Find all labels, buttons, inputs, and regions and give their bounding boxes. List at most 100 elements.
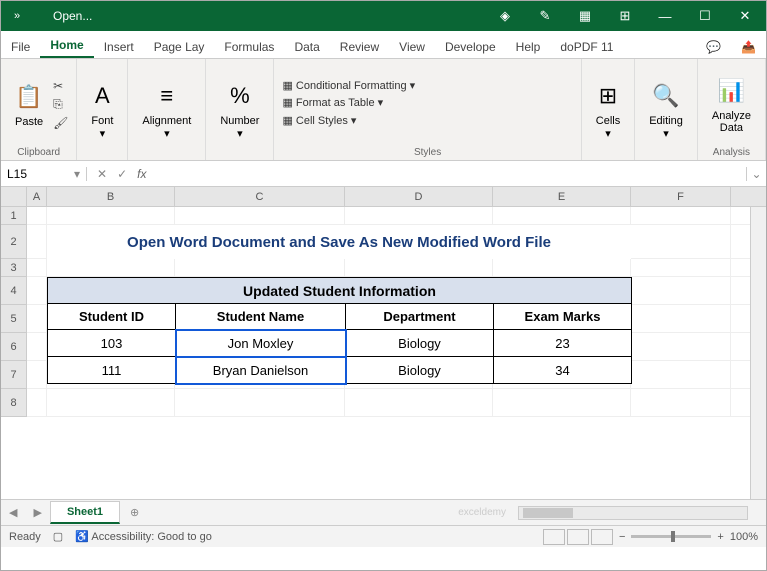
tab-home[interactable]: Home	[40, 32, 93, 58]
copy-icon[interactable]: ⎘	[53, 97, 68, 112]
diamond-icon[interactable]: ◈	[488, 4, 522, 28]
search-icon: 🔍	[652, 79, 679, 113]
cell-styles-button[interactable]: ▦ Cell Styles ▾	[282, 113, 415, 131]
row-header-5[interactable]: 5	[1, 305, 27, 333]
expand-formula-icon[interactable]: ⌄	[746, 167, 766, 181]
horizontal-scrollbar[interactable]	[518, 506, 748, 520]
add-sheet-button[interactable]: ⊕	[120, 506, 149, 519]
paste-button[interactable]: 📋 Paste	[9, 78, 49, 130]
percent-icon: %	[230, 79, 250, 113]
row-header-7[interactable]: 7	[1, 361, 27, 389]
normal-view-button[interactable]	[543, 529, 565, 545]
watermark: exceldemy	[458, 507, 506, 518]
row-header-2[interactable]: 2	[1, 225, 27, 259]
th-student-name[interactable]: Student Name	[176, 304, 346, 330]
row-header-3[interactable]: 3	[1, 259, 27, 277]
font-icon: A	[95, 79, 110, 113]
sheet-title[interactable]: Open Word Document and Save As New Modif…	[47, 225, 631, 259]
group-analysis: 📊Analyze Data Analysis	[698, 59, 766, 160]
group-number: %Number▾	[206, 59, 274, 160]
group-alignment: ≡Alignment▾	[128, 59, 206, 160]
format-as-table-button[interactable]: ▦ Format as Table ▾	[282, 95, 415, 113]
col-header-e[interactable]: E	[493, 187, 631, 206]
student-table: Updated Student Information Student ID S…	[47, 277, 632, 384]
editing-button[interactable]: 🔍Editing▾	[643, 77, 689, 141]
col-header-b[interactable]: B	[47, 187, 175, 206]
select-all-corner[interactable]	[1, 187, 27, 206]
alignment-button[interactable]: ≡Alignment▾	[136, 77, 197, 141]
row-header-8[interactable]: 8	[1, 389, 27, 417]
tab-help[interactable]: Help	[506, 34, 551, 58]
col-header-c[interactable]: C	[175, 187, 345, 206]
chart-icon: 📊	[718, 74, 745, 108]
tab-data[interactable]: Data	[284, 34, 329, 58]
row-header-4[interactable]: 4	[1, 277, 27, 305]
zoom-out-button[interactable]: −	[619, 531, 625, 543]
tab-developer[interactable]: Develope	[435, 34, 506, 58]
cells-button[interactable]: ⊞Cells▾	[590, 77, 626, 141]
page-layout-view-button[interactable]	[567, 529, 589, 545]
tab-file[interactable]: File	[1, 34, 40, 58]
cut-icon[interactable]: ✂	[53, 79, 68, 93]
group-styles: ▦ Conditional Formatting ▾ ▦ Format as T…	[274, 59, 581, 160]
row-header-1[interactable]: 1	[1, 207, 27, 225]
tab-formulas[interactable]: Formulas	[214, 34, 284, 58]
macro-record-icon[interactable]: ▢	[53, 530, 63, 543]
conditional-formatting-button[interactable]: ▦ Conditional Formatting ▾	[282, 78, 415, 96]
status-ready: Ready	[9, 531, 41, 543]
share-button[interactable]: 📤	[731, 36, 766, 58]
tab-review[interactable]: Review	[330, 34, 389, 58]
accessibility-status[interactable]: ♿ Accessibility: Good to go	[75, 530, 212, 543]
vertical-scrollbar[interactable]	[750, 207, 766, 499]
row-header-6[interactable]: 6	[1, 333, 27, 361]
cancel-formula-icon[interactable]: ✕	[97, 167, 107, 181]
col-header-d[interactable]: D	[345, 187, 493, 206]
group-editing: 🔍Editing▾	[635, 59, 698, 160]
th-exam-marks[interactable]: Exam Marks	[494, 304, 632, 330]
tab-pagelayout[interactable]: Page Lay	[144, 34, 215, 58]
comments-button[interactable]: 💬	[696, 36, 731, 58]
column-headers: A B C D E F	[1, 187, 766, 207]
formula-bar: L15▾ ✕ ✓ fx ⌄	[1, 161, 766, 187]
grid-icon[interactable]: ▦	[568, 4, 602, 28]
qat-expand-icon[interactable]: »	[5, 10, 29, 22]
circuit-icon[interactable]: ⊞	[608, 4, 642, 28]
th-department[interactable]: Department	[346, 304, 494, 330]
pen-icon[interactable]: ✎	[528, 4, 562, 28]
title-bar: » Open... ◈ ✎ ▦ ⊞ — ☐ ✕	[1, 1, 766, 31]
worksheet: A B C D E F 1 2 3 4 5 6 7 8	[1, 187, 766, 499]
status-bar: Ready ▢ ♿ Accessibility: Good to go − + …	[1, 525, 766, 547]
sheet-tab-sheet1[interactable]: Sheet1	[50, 501, 120, 524]
row-headers: 1 2 3 4 5 6 7 8	[1, 207, 27, 417]
tab-insert[interactable]: Insert	[94, 34, 144, 58]
zoom-slider[interactable]	[631, 535, 711, 538]
cells-grid[interactable]: Open Word Document and Save As New Modif…	[27, 207, 766, 417]
number-button[interactable]: %Number▾	[214, 77, 265, 141]
analyze-data-button[interactable]: 📊Analyze Data	[706, 72, 757, 136]
tab-dopdf[interactable]: doPDF 11	[550, 34, 623, 58]
group-cells: ⊞Cells▾	[582, 59, 635, 160]
col-header-f[interactable]: F	[631, 187, 731, 206]
minimize-button[interactable]: —	[648, 4, 682, 28]
th-student-id[interactable]: Student ID	[48, 304, 176, 330]
fx-icon[interactable]: fx	[137, 167, 152, 181]
enter-formula-icon[interactable]: ✓	[117, 167, 127, 181]
sheet-nav-prev-icon[interactable]: ◀	[1, 506, 25, 519]
tab-view[interactable]: View	[389, 34, 435, 58]
format-painter-icon[interactable]: 🖌	[53, 116, 68, 130]
table-title[interactable]: Updated Student Information	[48, 278, 632, 304]
cells-icon: ⊞	[599, 79, 617, 113]
maximize-button[interactable]: ☐	[688, 4, 722, 28]
close-button[interactable]: ✕	[728, 4, 762, 28]
table-row: 111 Bryan Danielson Biology 34	[48, 357, 632, 384]
group-clipboard: 📋 Paste ✂ ⎘ 🖌 Clipboard	[1, 59, 77, 160]
table-row: 103 Jon Moxley Biology 23	[48, 330, 632, 357]
zoom-in-button[interactable]: +	[717, 531, 723, 543]
page-break-view-button[interactable]	[591, 529, 613, 545]
sheet-nav-next-icon[interactable]: ▶	[25, 506, 49, 519]
font-button[interactable]: AFont▾	[85, 77, 119, 141]
name-box[interactable]: L15▾	[1, 167, 87, 181]
zoom-level[interactable]: 100%	[730, 531, 758, 543]
col-header-a[interactable]: A	[27, 187, 47, 206]
group-font: AFont▾	[77, 59, 128, 160]
